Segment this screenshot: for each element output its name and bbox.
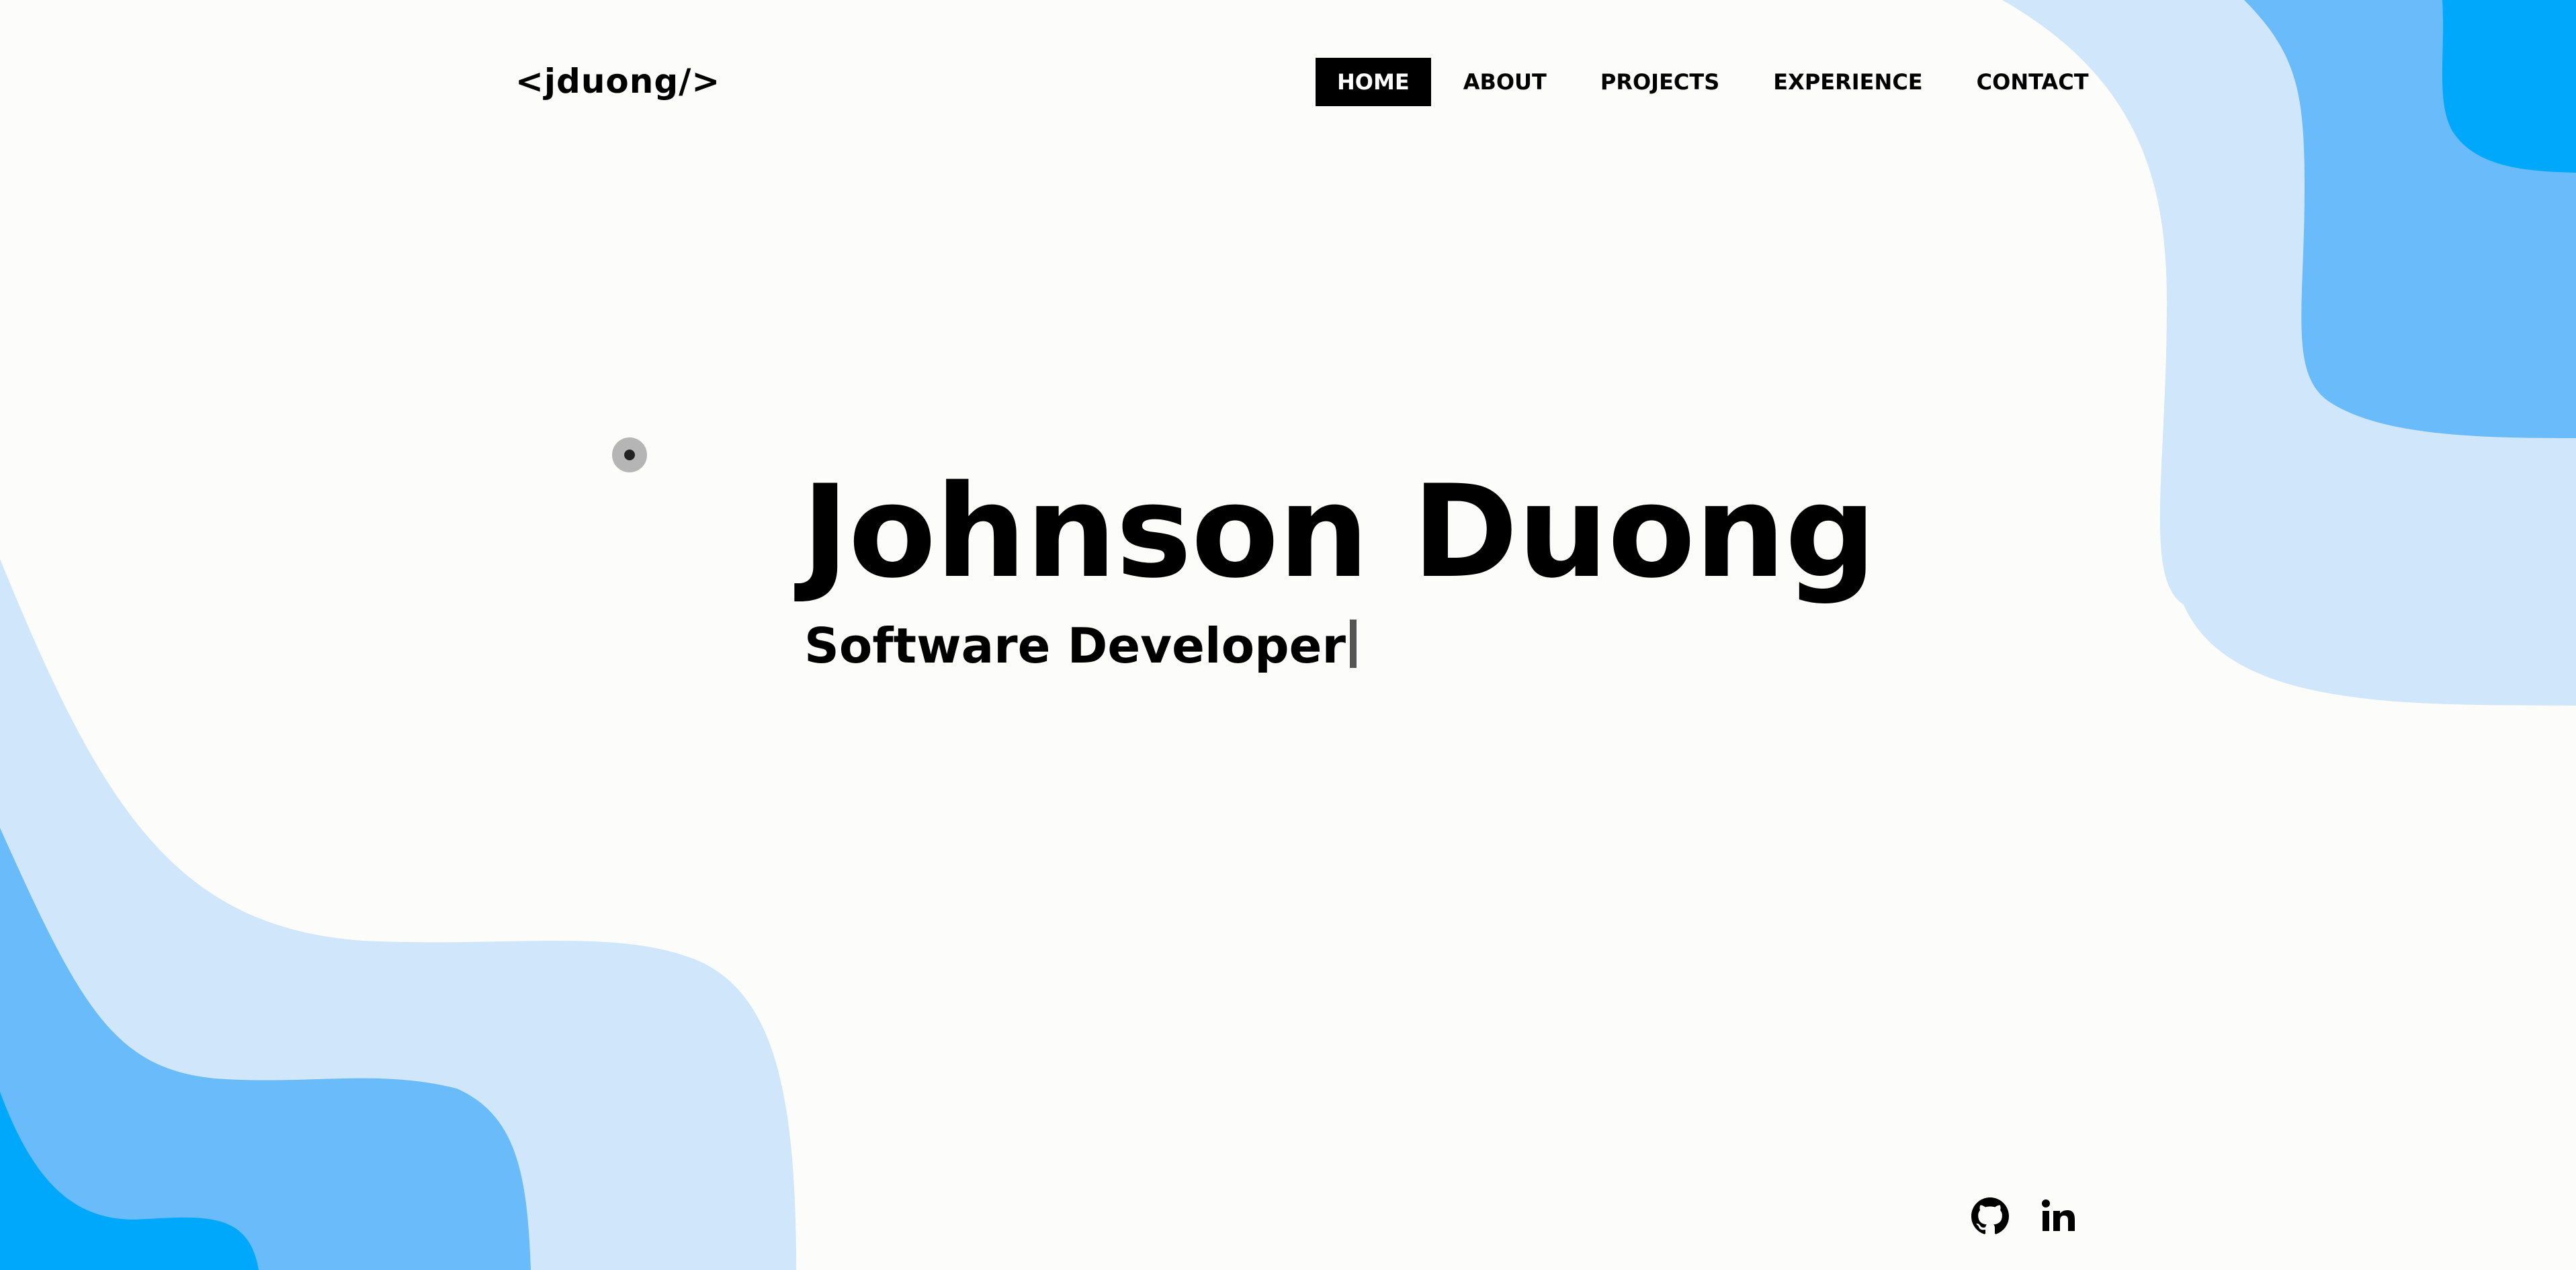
nav-projects[interactable]: PROJECTS [1579,58,1741,106]
site-logo[interactable]: <jduong/> [515,58,720,105]
github-icon-svg [1971,1197,2009,1234]
nav-contact[interactable]: CONTACT [1955,58,2110,106]
linkedin-icon-svg [2042,1199,2075,1231]
github-icon[interactable] [1971,1197,2009,1235]
custom-cursor [612,437,647,472]
typing-caret [1349,620,1357,668]
hero-role: Software Developer [804,609,1357,683]
nav-experience[interactable]: EXPERIENCE [1752,58,1944,106]
linkedin-icon[interactable] [2040,1197,2077,1235]
main-nav: HOME ABOUT PROJECTS EXPERIENCE CONTACT [1316,58,2110,106]
nav-about[interactable]: ABOUT [1442,58,1568,106]
hero-name: Johnson Duong [802,458,1877,606]
hero-role-text: Software Developer [804,618,1346,674]
social-links [1971,1197,2077,1235]
nav-home[interactable]: HOME [1316,58,1431,106]
